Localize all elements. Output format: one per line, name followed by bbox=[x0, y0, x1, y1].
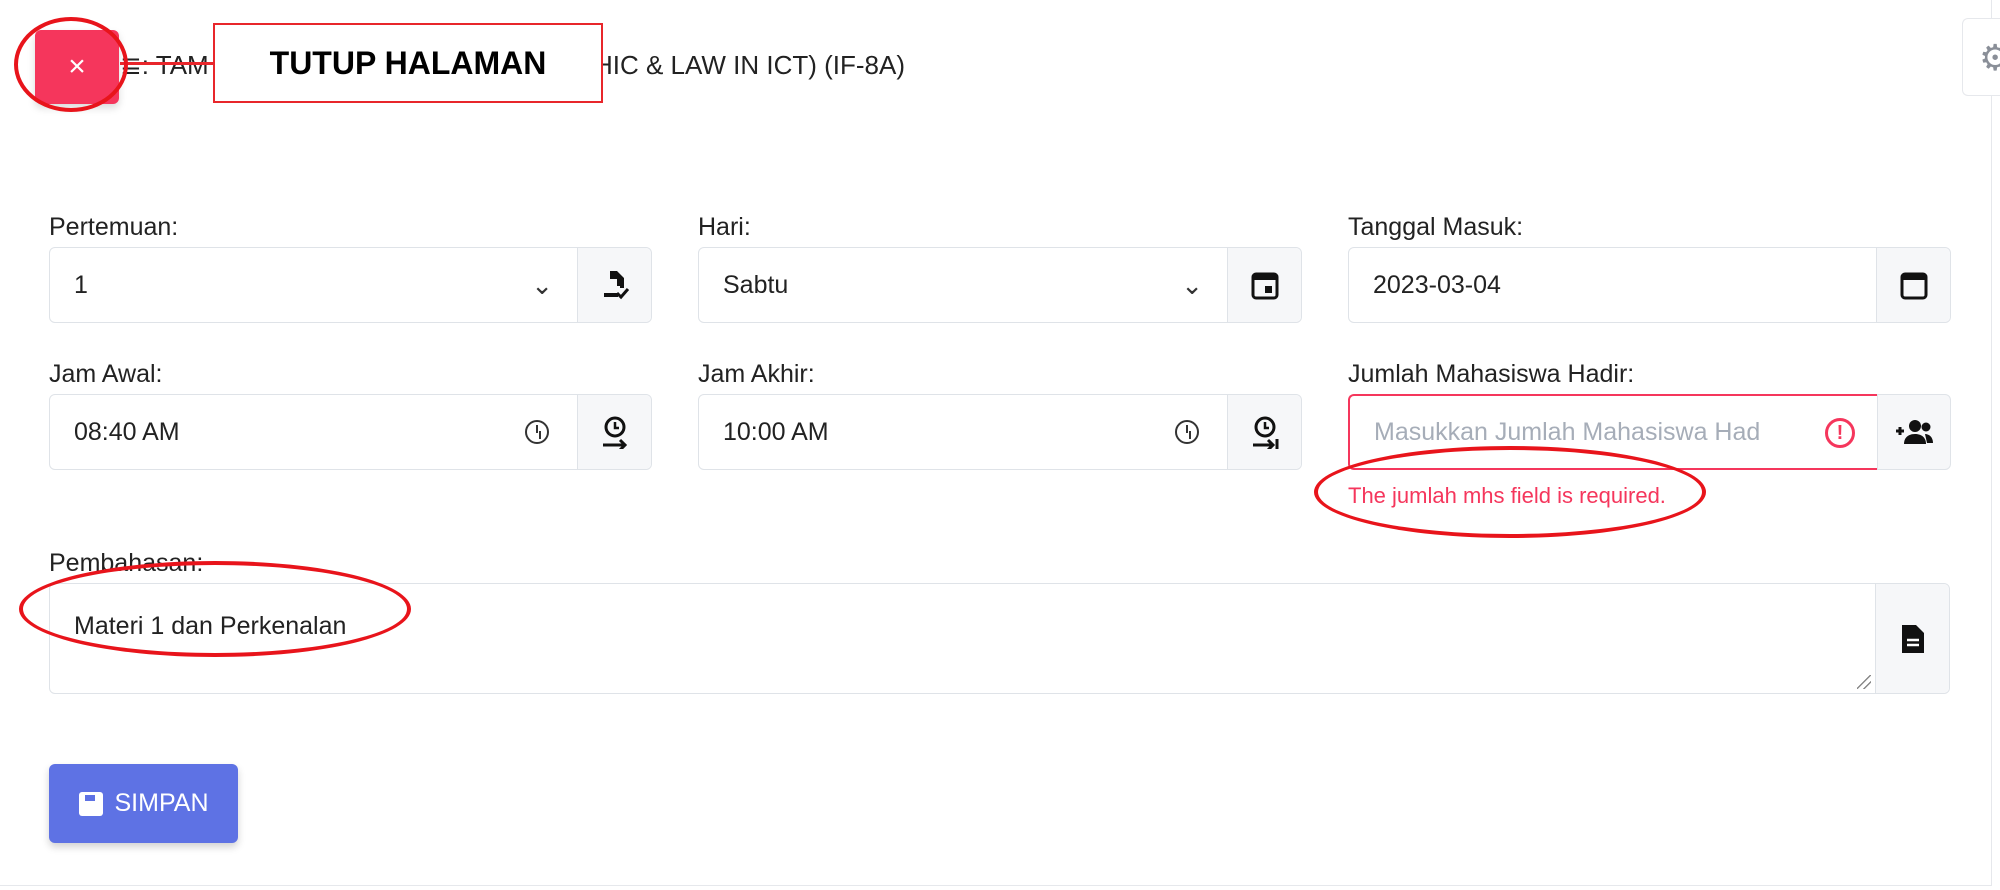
clock-start-icon bbox=[577, 395, 651, 469]
jam-akhir-label: Jam Akhir: bbox=[698, 360, 815, 388]
page-title-left: ≣: TAM bbox=[120, 50, 209, 80]
pertemuan-value: 1 bbox=[74, 270, 88, 299]
chevron-down-icon: ⌄ bbox=[1181, 270, 1203, 300]
jumlah-mhs-placeholder: Masukkan Jumlah Mahasiswa Had bbox=[1374, 417, 1761, 446]
calendar-day-icon bbox=[1227, 248, 1301, 322]
pertemuan-label: Pertemuan: bbox=[49, 213, 179, 241]
clock-icon[interactable] bbox=[525, 420, 549, 444]
pertemuan-select-group[interactable]: 1 ⌄ bbox=[49, 247, 652, 323]
user-plus-icon bbox=[1877, 394, 1951, 470]
save-button[interactable]: SIMPAN bbox=[49, 764, 238, 843]
jumlah-mhs-input[interactable]: Masukkan Jumlah Mahasiswa Had ! bbox=[1348, 394, 1877, 470]
jam-akhir-input[interactable]: 10:00 AM bbox=[699, 395, 1227, 469]
close-icon: × bbox=[68, 50, 86, 83]
form-card: ≣: TAM PROFESI (ETHIC & LAW IN ICT) (IF-8… bbox=[0, 0, 2000, 886]
jam-awal-value: 08:40 AM bbox=[74, 417, 180, 446]
alert-circle-icon: ! bbox=[1825, 418, 1855, 448]
hari-label: Hari: bbox=[698, 213, 751, 241]
save-icon bbox=[78, 791, 103, 816]
gear-icon: ⚙ bbox=[1979, 37, 2000, 78]
jam-awal-group[interactable]: 08:40 AM bbox=[49, 394, 652, 470]
pertemuan-select[interactable]: 1 ⌄ bbox=[50, 248, 577, 322]
jumlah-mhs-group[interactable]: Masukkan Jumlah Mahasiswa Had ! bbox=[1348, 394, 1951, 470]
tanggal-masuk-group[interactable]: 2023-03-04 bbox=[1348, 247, 1951, 323]
callout-tutup-halaman: TUTUP HALAMAN bbox=[213, 23, 603, 103]
pembahasan-group[interactable]: Materi 1 dan Perkenalan bbox=[49, 583, 1950, 694]
callout-connector bbox=[120, 62, 213, 65]
jumlah-mhs-label: Jumlah Mahasiswa Hadir: bbox=[1348, 360, 1635, 388]
tanggal-masuk-label: Tanggal Masuk: bbox=[1348, 213, 1524, 241]
resize-handle[interactable] bbox=[1857, 675, 1871, 689]
tanggal-masuk-value: 2023-03-04 bbox=[1373, 270, 1501, 299]
jumlah-mhs-error: The jumlah mhs field is required. bbox=[1348, 483, 1666, 508]
pembahasan-textarea[interactable]: Materi 1 dan Perkenalan bbox=[50, 584, 1875, 693]
hari-select-group[interactable]: Sabtu ⌄ bbox=[698, 247, 1302, 323]
chevron-down-icon: ⌄ bbox=[531, 270, 553, 300]
close-button[interactable]: × bbox=[35, 30, 119, 104]
pembahasan-value: Materi 1 dan Perkenalan bbox=[74, 612, 347, 640]
hari-value: Sabtu bbox=[723, 270, 789, 299]
jam-akhir-value: 10:00 AM bbox=[723, 417, 829, 446]
tanggal-masuk-input[interactable]: 2023-03-04 bbox=[1349, 248, 1876, 322]
clock-icon[interactable] bbox=[1175, 420, 1199, 444]
settings-tab[interactable]: ⚙ bbox=[1962, 18, 2000, 96]
save-label: SIMPAN bbox=[114, 789, 209, 817]
clock-end-icon bbox=[1227, 395, 1301, 469]
jam-awal-input[interactable]: 08:40 AM bbox=[50, 395, 577, 469]
jam-awal-label: Jam Awal: bbox=[49, 360, 163, 388]
file-text-icon bbox=[1875, 584, 1949, 693]
pembahasan-label: Pembahasan: bbox=[49, 549, 204, 577]
file-check-icon bbox=[577, 248, 651, 322]
jam-akhir-group[interactable]: 10:00 AM bbox=[698, 394, 1302, 470]
calendar-icon bbox=[1876, 248, 1950, 322]
hari-select[interactable]: Sabtu ⌄ bbox=[699, 248, 1227, 322]
